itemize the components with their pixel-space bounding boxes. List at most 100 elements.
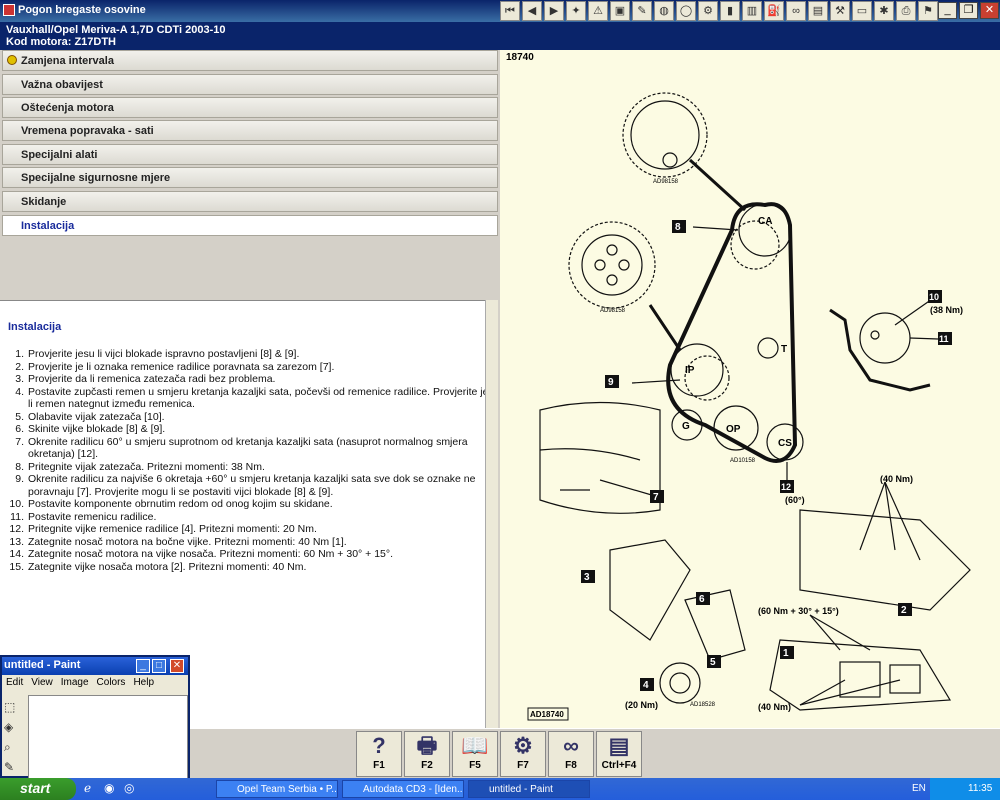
display-icon[interactable]: ▭ xyxy=(852,1,872,21)
quicklaunch-browser-icon[interactable]: ◉ xyxy=(104,781,114,795)
service-icon[interactable]: ✎ xyxy=(632,1,652,21)
fkey-label: F8 xyxy=(565,760,577,771)
clock: 11:35 xyxy=(968,783,993,794)
wheel-icon[interactable]: ◍ xyxy=(654,1,674,21)
oil-icon[interactable]: ⛽ xyxy=(764,1,784,21)
crankcase-detail xyxy=(539,401,661,514)
task-paint[interactable]: untitled - Paint xyxy=(468,780,590,798)
language-indicator[interactable]: EN xyxy=(912,783,926,794)
step-number: 7. xyxy=(15,435,24,448)
pulley-ip xyxy=(670,343,724,397)
step-text: Skinite vijke blokade [8] & [9]. xyxy=(28,423,166,435)
f2-print-button[interactable]: 🖶 F2 xyxy=(404,731,450,777)
label-ip: IP xyxy=(685,365,695,376)
book-icon[interactable]: ▤ xyxy=(808,1,828,21)
section-heading: Instalacija xyxy=(8,321,62,333)
step-item: 15. Zategnite vijke nosača motora [2]. Pr… xyxy=(8,561,493,574)
paint-minimize-button[interactable]: _ xyxy=(136,659,150,673)
steps-list: 1. Provjerite jesu li vijci blokade ispra… xyxy=(8,348,493,573)
paint-canvas[interactable] xyxy=(28,695,188,779)
taskbar: start ℯ ◉ ◎ Opel Team Serbia • P... Auto… xyxy=(0,778,1000,800)
tyre-icon[interactable]: ◯ xyxy=(676,1,696,21)
help-icon: ? xyxy=(372,733,386,758)
step-number: 3. xyxy=(15,373,24,385)
step-text: Postavite komponente obrnutim redom od o… xyxy=(28,498,333,510)
close-button[interactable]: ✕ xyxy=(980,2,999,19)
menu-item-label: Važna obavijest xyxy=(21,79,103,91)
print-icon[interactable]: ⎙ xyxy=(896,1,916,21)
paint-menu-view[interactable]: View xyxy=(31,677,53,693)
tools-icon[interactable]: ⚒ xyxy=(830,1,850,21)
paint-maximize-button[interactable]: □ xyxy=(152,659,166,673)
quicklaunch-ie-icon[interactable]: ℯ xyxy=(84,781,91,795)
main-toolbar: ⏮ ◀ ▶ ✦ ⚠ ▣ ✎ ◍ ◯ ⚙ ▮ ▥ ⛽ ∞ ▤ ⚒ ▭ ✱ ⎙ ⚑ xyxy=(500,1,938,21)
f1-help-button[interactable]: ? F1 xyxy=(356,731,402,777)
task-opel-team[interactable]: Opel Team Serbia • P... xyxy=(216,780,338,798)
lightbulb-icon[interactable]: ✦ xyxy=(566,1,586,21)
menu-item-zamjena-intervala[interactable]: Zamjena intervala xyxy=(2,50,498,71)
paint-close-button[interactable]: ✕ xyxy=(170,659,184,673)
callout-5: 5 xyxy=(710,657,716,668)
first-icon[interactable]: ⏮ xyxy=(500,1,520,21)
paint-menu-colors[interactable]: Colors xyxy=(97,677,126,693)
step-number: 2. xyxy=(15,360,24,373)
menu-item-vazna-obavijest[interactable]: Važna obavijest xyxy=(2,74,498,95)
step-text: Zategnite vijke nosača motora [2]. Prite… xyxy=(28,560,307,573)
paint-menu-help[interactable]: Help xyxy=(133,677,154,693)
step-text: Postavite zupčasti remen u smjeru kretan… xyxy=(28,385,489,411)
filter-icon[interactable]: ▥ xyxy=(742,1,762,21)
prev-icon[interactable]: ◀ xyxy=(522,1,542,21)
step-number: 9. xyxy=(15,473,24,485)
step-text: Pritegnite vijak zatezača. Pritezni mome… xyxy=(28,460,265,473)
crank-pulley xyxy=(659,662,701,704)
engine-icon[interactable]: ⚙ xyxy=(698,1,718,21)
menu-item-label: Skidanje xyxy=(21,196,67,208)
scrollbar[interactable] xyxy=(485,300,498,728)
menu-item-ostecenja-motora[interactable]: Oštećenja motora xyxy=(2,97,498,118)
menu-item-vremena-popravaka[interactable]: Vremena popravaka - sati xyxy=(2,120,498,141)
menu-item-instalacija[interactable]: Instalacija xyxy=(2,215,498,236)
settings-icon[interactable]: ⚑ xyxy=(918,1,938,21)
f7-tools-button[interactable]: ⚙ F7 xyxy=(500,731,546,777)
paint-menu-image[interactable]: Image xyxy=(61,677,89,693)
label-op: OP xyxy=(726,424,741,435)
arrow-icon xyxy=(7,55,17,65)
fill-icon[interactable]: ◈ xyxy=(4,717,24,737)
minimize-button[interactable]: _ xyxy=(938,2,957,19)
fkey-label: F5 xyxy=(469,760,481,771)
f8-belt-button[interactable]: ∞ F8 xyxy=(548,731,594,777)
step-number: 1. xyxy=(15,348,24,360)
belt-icon[interactable]: ∞ xyxy=(786,1,806,21)
callout-1: 1 xyxy=(783,648,789,659)
select-icon[interactable]: ⬚ xyxy=(4,697,24,717)
gear-icon[interactable]: ✱ xyxy=(874,1,894,21)
step-text: Pritegnite vijke remenice radilice [4]. … xyxy=(28,523,317,535)
step-text: Provjerite je li oznaka remenice radilic… xyxy=(28,360,335,373)
menu-item-sigurnosne-mjere[interactable]: Specijalne sigurnosne mjere xyxy=(2,167,498,188)
magnifier-icon[interactable]: ⌕ xyxy=(4,737,24,757)
menu-item-specijalni-alati[interactable]: Specijalni alati xyxy=(2,144,498,165)
menu-item-skidanje[interactable]: Skidanje xyxy=(2,191,498,212)
monitor-icon[interactable]: ▣ xyxy=(610,1,630,21)
ctrl-f4-close-button[interactable]: ▤ Ctrl+F4 xyxy=(596,731,642,777)
quicklaunch-chrome-icon[interactable]: ◎ xyxy=(124,781,134,795)
system-tray: 11:35 xyxy=(930,778,1000,800)
torque-10: (38 Nm) xyxy=(930,305,963,315)
battery-icon[interactable]: ▮ xyxy=(720,1,740,21)
torque-mount: (60 Nm + 30° + 15°) xyxy=(758,606,839,616)
paint-menu-edit[interactable]: Edit xyxy=(6,677,23,693)
next-icon[interactable]: ▶ xyxy=(544,1,564,21)
f5-book-button[interactable]: 📖 F5 xyxy=(452,731,498,777)
pencil-icon[interactable]: ✎ xyxy=(4,757,24,777)
restore-button[interactable]: ❐ xyxy=(959,2,978,19)
cover-part-6 xyxy=(684,589,746,661)
callout-8: 8 xyxy=(675,222,681,233)
start-button[interactable]: start xyxy=(0,778,76,800)
fkey-label: Ctrl+F4 xyxy=(601,760,637,771)
ref-a: AD98158 xyxy=(653,179,679,185)
callout-7: 7 xyxy=(653,492,659,503)
step-item: 7. Okrenite radilicu 60° u smjeru suprotn… xyxy=(8,436,493,461)
warning-icon[interactable]: ⚠ xyxy=(588,1,608,21)
task-autodata[interactable]: Autodata CD3 - [Iden... xyxy=(342,780,464,798)
step-text: Okrenite radilicu za najviše 6 okretaja … xyxy=(28,473,476,498)
